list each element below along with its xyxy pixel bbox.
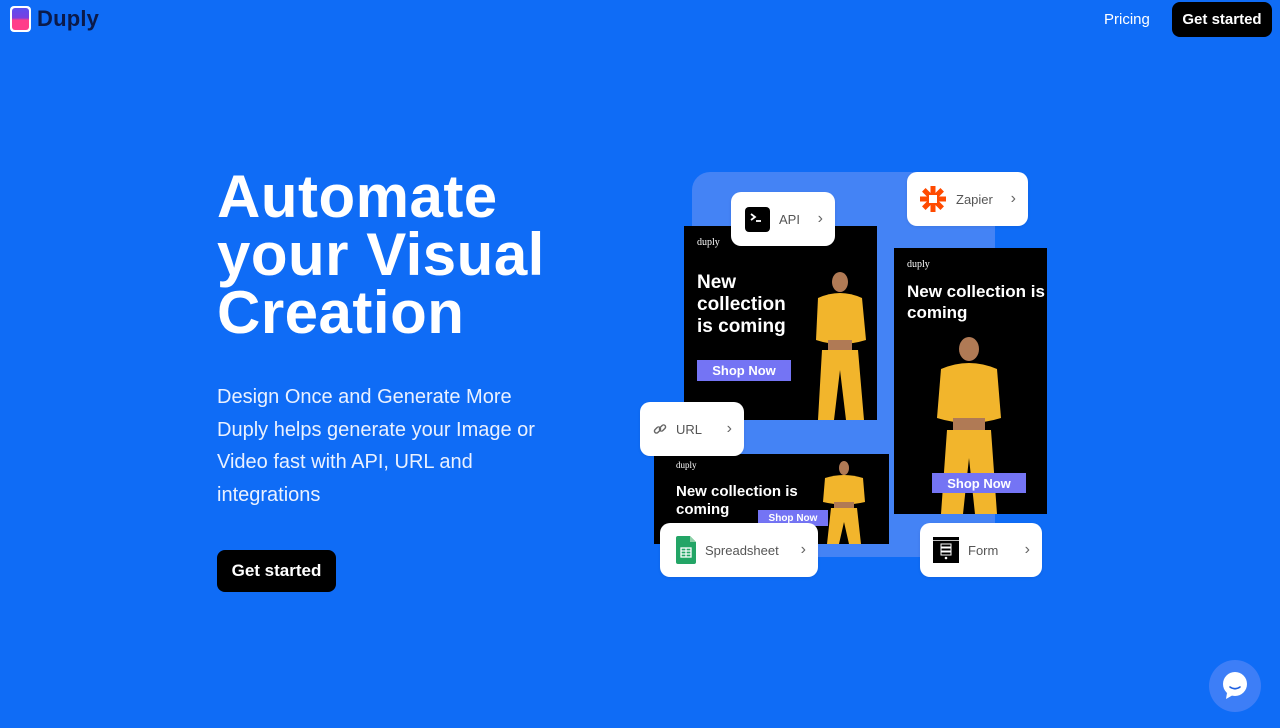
model-image — [823, 461, 865, 544]
ad-shop-button: Shop Now — [932, 473, 1026, 493]
chat-widget-button[interactable] — [1209, 660, 1261, 712]
integration-spreadsheet[interactable]: Spreadsheet › — [660, 523, 818, 577]
chevron-right-icon: › — [817, 210, 823, 227]
chevron-right-icon: › — [726, 420, 732, 437]
chevron-right-icon: › — [1024, 541, 1030, 558]
integration-api[interactable]: API › — [731, 192, 835, 246]
brand-name: Duply — [37, 6, 100, 31]
ad-brand: duply — [907, 259, 930, 270]
integration-label: Spreadsheet — [705, 542, 779, 558]
hero-title: Automate your Visual Creation — [217, 163, 597, 346]
chevron-right-icon: › — [800, 541, 806, 558]
integration-url[interactable]: URL › — [640, 402, 744, 456]
integration-form[interactable]: Form › — [920, 523, 1042, 577]
hero-subtitle: Design Once and Generate More Duply help… — [217, 386, 535, 506]
link-icon — [653, 424, 667, 434]
model-image — [816, 272, 866, 420]
integration-label: Form — [968, 542, 999, 558]
hero-title-line: Creation — [217, 279, 465, 346]
nav-pricing-link[interactable]: Pricing — [1104, 11, 1150, 28]
ad-preview-tall: duply New collection is coming Shop Now — [894, 248, 1047, 514]
ad-headline: New collection is coming — [907, 282, 1045, 322]
zapier-icon — [920, 186, 946, 212]
nav-get-started-button[interactable]: Get started — [1172, 2, 1272, 37]
ad-headline: New collection is coming — [697, 272, 786, 337]
ad-shop-button: Shop Now — [697, 360, 791, 381]
ad-preview-square: duply New collection is coming Shop Now — [684, 226, 877, 420]
spreadsheet-icon — [676, 536, 696, 564]
integration-zapier[interactable]: Zapier › — [907, 172, 1028, 226]
integration-label: URL — [676, 421, 703, 437]
form-icon — [933, 537, 959, 563]
hero-get-started-button[interactable]: Get started — [217, 550, 336, 592]
hero-title-line: Automate — [217, 163, 498, 230]
duply-logo-icon — [10, 6, 31, 32]
integration-label: Zapier — [956, 191, 993, 207]
brand-logo[interactable]: Duply — [10, 6, 99, 32]
chat-icon — [1223, 672, 1247, 699]
ad-brand: duply — [697, 237, 720, 248]
ad-brand: duply — [676, 460, 697, 470]
chevron-right-icon: › — [1010, 190, 1016, 207]
terminal-icon — [745, 206, 770, 232]
integration-label: API — [779, 211, 800, 227]
hero-title-line: your Visual — [217, 221, 545, 288]
